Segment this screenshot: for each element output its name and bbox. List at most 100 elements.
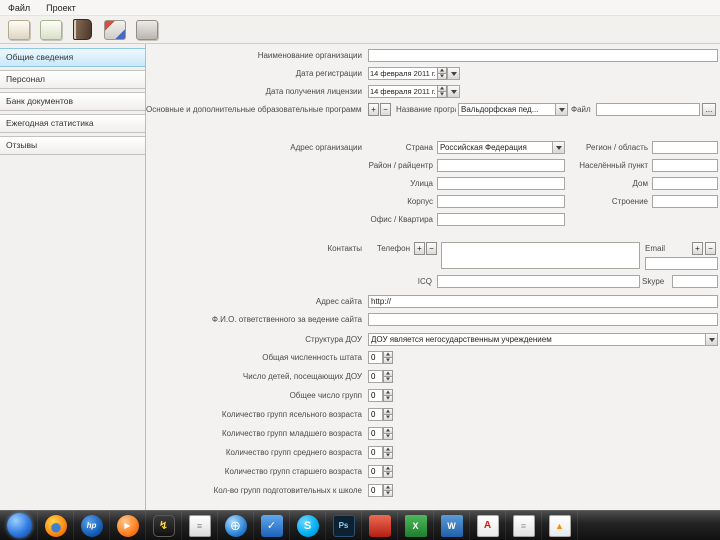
spinner-down-icon[interactable] (437, 74, 447, 80)
date-spinner[interactable] (437, 67, 447, 80)
spinner-down-icon[interactable] (437, 92, 447, 98)
spinner-up-icon[interactable] (383, 465, 393, 472)
start-button[interactable] (2, 510, 38, 540)
registration-date-picker[interactable]: 14 февраля 2011 г. (368, 67, 460, 80)
counter-spinner-6[interactable] (368, 465, 393, 478)
photoshop-icon[interactable]: Ps (326, 510, 362, 540)
spinner-down-icon[interactable] (383, 434, 393, 440)
site-input[interactable] (368, 295, 718, 308)
email-add-button[interactable]: + (692, 242, 703, 255)
spinner-up-icon[interactable] (383, 427, 393, 434)
spinner-down-icon[interactable] (383, 453, 393, 459)
icq-input[interactable] (437, 275, 640, 288)
counter-spinner-3[interactable] (368, 408, 393, 421)
word-icon[interactable]: W (434, 510, 470, 540)
spinner-down-icon[interactable] (383, 472, 393, 478)
archive-book-button[interactable] (69, 17, 96, 42)
spinner-down-icon[interactable] (383, 358, 393, 364)
sidebar-item-documents-bank[interactable]: Банк документов (0, 92, 145, 111)
spinner-up-icon[interactable] (383, 446, 393, 453)
phone-list[interactable] (441, 242, 640, 269)
spinner-up-icon[interactable] (383, 389, 393, 396)
spinner-down-icon[interactable] (383, 491, 393, 497)
counter-spinner-7[interactable] (368, 484, 393, 497)
internet-globe-icon[interactable]: ⊕ (218, 510, 254, 540)
structure-input[interactable] (652, 195, 718, 208)
spinner-up-icon[interactable] (383, 370, 393, 377)
spinner-down-icon[interactable] (383, 377, 393, 383)
license-date-picker[interactable]: 14 февраля 2011 г. (368, 85, 460, 98)
calendar-dropdown-icon[interactable] (447, 68, 459, 79)
spinner-arrows[interactable] (383, 408, 393, 421)
email-list[interactable] (645, 257, 718, 270)
sidebar-item-annual-statistics[interactable]: Ежегодная статистика (0, 114, 145, 133)
spinner-arrows[interactable] (383, 465, 393, 478)
program-add-button[interactable]: + (368, 103, 379, 116)
spinner-arrows[interactable] (383, 351, 393, 364)
skype-input[interactable] (672, 275, 718, 288)
spinner-arrows[interactable] (383, 389, 393, 402)
building-input[interactable] (437, 195, 565, 208)
chevron-down-icon[interactable] (555, 104, 567, 115)
district-input[interactable] (437, 159, 565, 172)
menu-file[interactable]: Файл (0, 2, 38, 14)
webmaster-input[interactable] (368, 313, 718, 326)
spinner-up-icon[interactable] (383, 351, 393, 358)
skype-icon[interactable]: S (290, 510, 326, 540)
notes-icon[interactable]: ≡ (182, 510, 218, 540)
house-input[interactable] (652, 177, 718, 190)
counter-spinner-0[interactable] (368, 351, 393, 364)
settlement-input[interactable] (652, 159, 718, 172)
media-player-icon[interactable]: ▶ (110, 510, 146, 540)
edit-card-button[interactable] (37, 17, 64, 42)
date-spinner[interactable] (437, 85, 447, 98)
image-viewer-icon[interactable]: ▲ (542, 510, 578, 540)
card-index-button[interactable] (101, 17, 128, 42)
database-button[interactable] (133, 17, 160, 42)
excel-icon[interactable]: X (398, 510, 434, 540)
spinner-down-icon[interactable] (383, 396, 393, 402)
spinner-arrows[interactable] (383, 427, 393, 440)
phone-add-button[interactable]: + (414, 242, 425, 255)
document-icon[interactable]: ≡ (506, 510, 542, 540)
spinner-down-icon[interactable] (383, 415, 393, 421)
counter-spinner-4[interactable] (368, 427, 393, 440)
chevron-down-icon[interactable] (552, 142, 564, 153)
spinner-up-icon[interactable] (383, 484, 393, 491)
structure-dou-select[interactable]: ДОУ является негосударственным учреждени… (368, 333, 718, 346)
sidebar-item-reviews[interactable]: Отзывы (0, 136, 145, 155)
daemon-tools-icon[interactable]: ↯ (146, 510, 182, 540)
hp-icon[interactable]: hp (74, 510, 110, 540)
spinner-up-icon[interactable] (437, 67, 447, 74)
counter-input-1[interactable] (368, 370, 383, 383)
street-input[interactable] (437, 177, 565, 190)
program-file-input[interactable] (596, 103, 700, 116)
counter-spinner-2[interactable] (368, 389, 393, 402)
calendar-dropdown-icon[interactable] (447, 86, 459, 97)
spinner-up-icon[interactable] (437, 85, 447, 92)
counter-input-2[interactable] (368, 389, 383, 402)
sidebar-item-general[interactable]: Общие сведения (0, 48, 145, 67)
counter-input-3[interactable] (368, 408, 383, 421)
counter-input-4[interactable] (368, 427, 383, 440)
menu-project[interactable]: Проект (38, 2, 84, 14)
spinner-arrows[interactable] (383, 370, 393, 383)
counter-input-5[interactable] (368, 446, 383, 459)
sidebar-item-personnel[interactable]: Персонал (0, 70, 145, 89)
org-name-input[interactable] (368, 49, 718, 62)
region-input[interactable] (652, 141, 718, 154)
program-remove-button[interactable]: − (380, 103, 391, 116)
firefox-icon[interactable] (38, 510, 74, 540)
country-select[interactable]: Российская Федерация (437, 141, 565, 154)
spinner-arrows[interactable] (383, 484, 393, 497)
email-remove-button[interactable]: − (705, 242, 716, 255)
chevron-down-icon[interactable] (705, 334, 717, 345)
counter-input-7[interactable] (368, 484, 383, 497)
counter-input-0[interactable] (368, 351, 383, 364)
spinner-arrows[interactable] (383, 446, 393, 459)
counter-input-6[interactable] (368, 465, 383, 478)
new-card-button[interactable] (5, 17, 32, 42)
office-input[interactable] (437, 213, 565, 226)
red-app-icon[interactable] (362, 510, 398, 540)
counter-spinner-1[interactable] (368, 370, 393, 383)
